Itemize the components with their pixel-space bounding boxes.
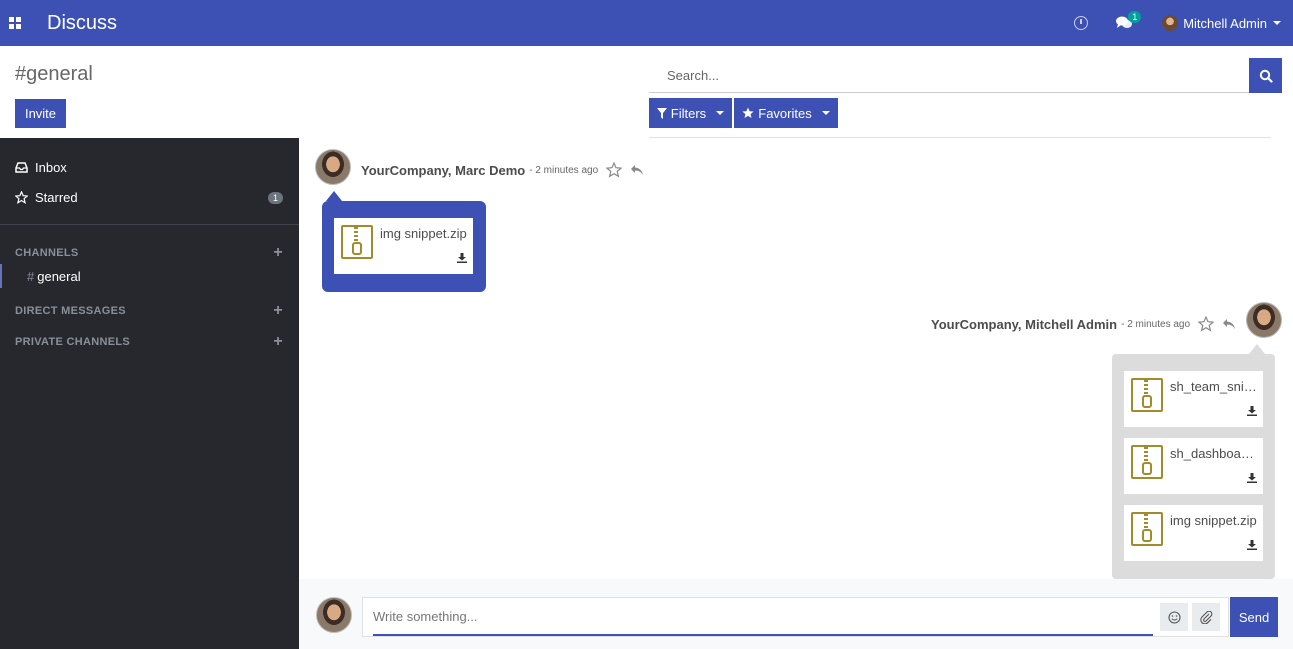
apps-menu-icon[interactable] xyxy=(0,0,30,46)
attachment-name: img snippet.zip xyxy=(1170,513,1257,528)
avatar xyxy=(316,597,352,633)
message-date: - 2 minutes ago xyxy=(1121,318,1191,330)
chevron-down-icon xyxy=(716,111,725,115)
starred-count-badge: 1 xyxy=(267,191,283,204)
attach-file-button[interactable] xyxy=(1192,603,1220,631)
zip-file-icon xyxy=(1131,378,1163,412)
download-icon[interactable] xyxy=(457,251,467,266)
channels-header[interactable]: CHANNELS + xyxy=(15,244,283,262)
message-header: YourCompany, Mitchell Admin - 2 minutes … xyxy=(931,316,1236,332)
star-icon xyxy=(742,107,754,118)
zip-file-icon xyxy=(341,225,373,259)
app-title[interactable]: Discuss xyxy=(47,12,117,35)
message-author[interactable]: YourCompany, Marc Demo xyxy=(361,163,525,178)
filter-icon xyxy=(656,107,667,119)
filters-button[interactable]: Filters xyxy=(649,98,732,128)
chat-count-badge: 1 xyxy=(1128,11,1142,23)
channel-name: general xyxy=(37,268,81,284)
message-header: YourCompany, Marc Demo - 2 minutes ago xyxy=(361,162,644,178)
avatar[interactable] xyxy=(315,149,351,185)
sidebar-item-label: Starred xyxy=(35,190,78,205)
sidebar-item-inbox[interactable]: Inbox xyxy=(15,160,283,175)
divider xyxy=(0,224,299,225)
user-name: Mitchell Admin xyxy=(1183,15,1267,31)
favorites-button[interactable]: Favorites xyxy=(734,98,838,128)
direct-messages-header[interactable]: DIRECT MESSAGES + xyxy=(15,302,283,320)
filters-label: Filters xyxy=(670,105,707,121)
download-icon[interactable] xyxy=(1247,404,1257,419)
sidebar-item-label: Inbox xyxy=(35,160,67,175)
bubble-tail xyxy=(1249,344,1265,354)
attachment-card[interactable]: sh_dashboard_snippet.zip xyxy=(1124,438,1263,494)
top-navbar: Discuss 1 Mitchell Admin xyxy=(0,0,1293,46)
zip-file-icon xyxy=(1131,512,1163,546)
download-icon[interactable] xyxy=(1247,471,1257,486)
sidebar-item-general[interactable]: # general xyxy=(0,264,299,288)
invite-button[interactable]: Invite xyxy=(15,99,66,128)
avatar[interactable] xyxy=(1246,302,1282,338)
attachment-card[interactable]: sh_team_snippet.zip xyxy=(1124,371,1263,427)
bubble-tail xyxy=(326,191,342,201)
star-outline-icon[interactable] xyxy=(606,162,623,178)
attachment-name: sh_dashboard_snippet.zip xyxy=(1170,446,1258,461)
smiley-icon xyxy=(1167,610,1181,624)
message-composer: Send xyxy=(299,579,1293,649)
active-indicator xyxy=(0,264,2,288)
section-label: DIRECT MESSAGES xyxy=(15,305,126,317)
message-thread: YourCompany, Marc Demo - 2 minutes ago i… xyxy=(299,138,1293,579)
search-icon xyxy=(1259,69,1273,83)
message-date: - 2 minutes ago xyxy=(529,164,599,176)
add-private-channel-plus-icon[interactable]: + xyxy=(273,333,283,351)
control-panel: #general Invite Filters Favorites xyxy=(0,46,1293,138)
send-button[interactable]: Send xyxy=(1230,597,1278,637)
page-title: #general xyxy=(15,63,93,85)
add-direct-message-plus-icon[interactable]: + xyxy=(273,302,283,320)
discuss-sidebar: Inbox Starred 1 CHANNELS + # general DIR… xyxy=(0,138,299,649)
inbox-icon xyxy=(15,162,29,173)
composer-box xyxy=(362,597,1229,637)
paperclip-icon xyxy=(1199,610,1212,624)
hash-icon: # xyxy=(27,268,35,284)
search-bar xyxy=(649,58,1249,93)
message-bubble: sh_team_snippet.zip sh_dashboard_snippet… xyxy=(1112,344,1275,579)
user-avatar xyxy=(1162,15,1179,31)
activity-clock-icon[interactable] xyxy=(1074,16,1089,30)
zip-file-icon xyxy=(1131,445,1163,479)
emoji-button[interactable] xyxy=(1160,603,1188,631)
reply-icon[interactable] xyxy=(630,164,644,176)
section-label: CHANNELS xyxy=(15,247,79,259)
reply-icon[interactable] xyxy=(1222,318,1236,330)
user-menu[interactable]: Mitchell Admin xyxy=(1162,15,1281,31)
chevron-down-icon xyxy=(1273,21,1281,25)
attachment-card[interactable]: img snippet.zip xyxy=(1124,505,1263,561)
message-bubble: img snippet.zip xyxy=(322,191,486,292)
message-input[interactable] xyxy=(373,598,1153,636)
messaging-menu[interactable]: 1 xyxy=(1116,11,1142,30)
download-icon[interactable] xyxy=(1247,538,1257,553)
sidebar-item-starred[interactable]: Starred 1 xyxy=(15,190,283,205)
message-author[interactable]: YourCompany, Mitchell Admin xyxy=(931,317,1117,332)
add-channel-plus-icon[interactable]: + xyxy=(273,244,283,262)
section-label: PRIVATE CHANNELS xyxy=(15,336,131,348)
star-outline-icon[interactable] xyxy=(1198,316,1215,332)
attachment-name: img snippet.zip xyxy=(380,226,467,241)
star-outline-icon xyxy=(15,191,29,204)
search-input[interactable] xyxy=(649,58,1249,92)
private-channels-header[interactable]: PRIVATE CHANNELS + xyxy=(15,333,283,351)
chevron-down-icon xyxy=(821,111,830,115)
search-button[interactable] xyxy=(1249,58,1282,93)
attachment-name: sh_team_snippet.zip xyxy=(1170,379,1258,394)
attachment-card[interactable]: img snippet.zip xyxy=(334,218,473,274)
favorites-label: Favorites xyxy=(758,105,812,121)
